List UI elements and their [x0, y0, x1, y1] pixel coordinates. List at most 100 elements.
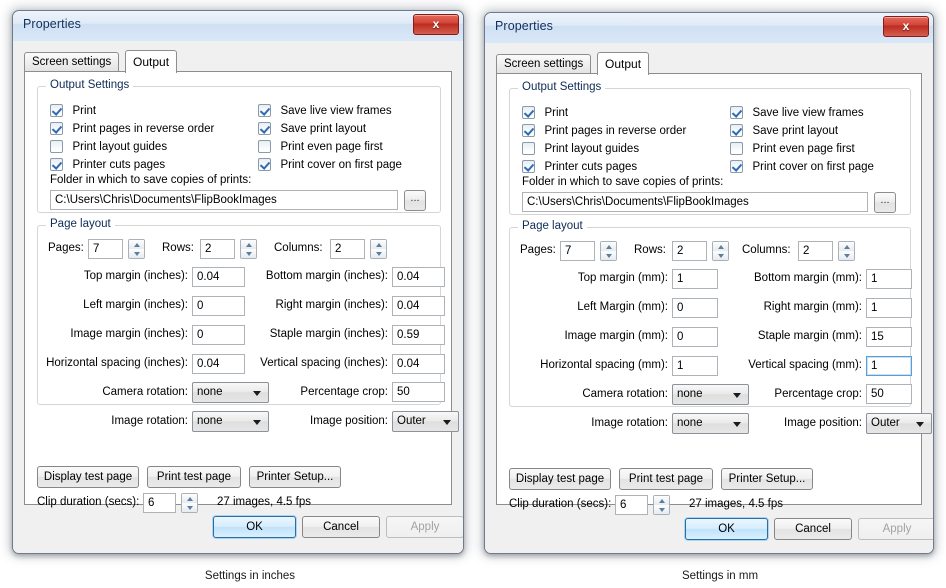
staple-margin-input[interactable]: 0.59 [392, 325, 445, 345]
percentage-crop-input[interactable]: 50 [392, 382, 445, 402]
top-margin-input[interactable]: 1 [672, 269, 718, 289]
image-rotation-value: none [677, 417, 703, 429]
vertical-spacing-input[interactable]: 1 [866, 356, 912, 376]
top-margin-input[interactable]: 0.04 [192, 267, 245, 287]
checkbox-print[interactable]: Print [50, 101, 96, 117]
tab-output[interactable]: Output [597, 52, 650, 75]
title-bar[interactable]: Properties x [13, 11, 463, 42]
pages-input[interactable]: 7 [88, 239, 123, 259]
image-rotation-value: none [197, 415, 223, 427]
horizontal-spacing-input[interactable]: 0.04 [192, 354, 245, 374]
pages-label: Pages: [48, 242, 84, 254]
printer-setup-button[interactable]: Printer Setup... [721, 468, 813, 490]
pages-stepper[interactable] [128, 239, 145, 259]
browse-folder-button[interactable]: ... [404, 190, 426, 211]
right-margin-input[interactable]: 1 [866, 298, 912, 318]
columns-stepper[interactable] [838, 241, 855, 261]
columns-stepper[interactable] [370, 239, 387, 259]
rows-input[interactable]: 2 [672, 241, 707, 261]
rows-stepper[interactable] [240, 239, 257, 259]
checkbox-save-live-view-frames[interactable]: Save live view frames [730, 103, 864, 119]
title-bar[interactable]: Properties x [485, 13, 933, 44]
checkbox-print-pages-reverse[interactable]: Print pages in reverse order [522, 121, 686, 137]
checkbox-save-print-layout[interactable]: Save print layout [730, 121, 838, 137]
tab-screen-settings[interactable]: Screen settings [496, 54, 592, 73]
cancel-button[interactable]: Cancel [302, 516, 380, 538]
apply-button: Apply [858, 518, 933, 540]
image-position-select[interactable]: Outer [866, 413, 932, 434]
checkbox-print-pages-reverse[interactable]: Print pages in reverse order [50, 119, 214, 135]
images-fps-info: 27 images, 4.5 fps [217, 496, 311, 508]
client-area: Screen settings Output Output Settings P… [485, 43, 933, 553]
checkbox-print-even-page-first[interactable]: Print even page first [258, 137, 383, 153]
rows-stepper[interactable] [712, 241, 729, 261]
clip-duration-stepper[interactable] [653, 495, 670, 515]
checkbox-printer-cuts-pages[interactable]: Printer cuts pages [50, 155, 165, 171]
horizontal-spacing-label: Horizontal spacing (mm): [540, 359, 668, 371]
checkbox-label: Print [544, 107, 569, 119]
vertical-spacing-input[interactable]: 0.04 [392, 354, 445, 374]
group-page-layout: Page layout Pages: 7 Rows: 2 Columns: 2 … [37, 218, 459, 432]
rows-input[interactable]: 2 [200, 239, 235, 259]
percentage-crop-input[interactable]: 50 [866, 384, 912, 404]
image-rotation-select[interactable]: none [192, 411, 269, 432]
checkbox-print[interactable]: Print [522, 103, 568, 119]
checkbox-icon [522, 160, 535, 173]
tab-output[interactable]: Output [125, 50, 178, 73]
close-icon[interactable]: x [883, 16, 929, 37]
display-test-page-button[interactable]: Display test page [509, 468, 611, 490]
ok-button[interactable]: OK [213, 516, 296, 538]
printer-setup-button[interactable]: Printer Setup... [249, 466, 341, 488]
print-test-page-button[interactable]: Print test page [147, 466, 241, 488]
tab-screen-settings[interactable]: Screen settings [24, 52, 120, 71]
folder-path-input[interactable]: C:\Users\Chris\Documents\FlipBookImages [522, 192, 868, 212]
checkbox-print-cover-first-page[interactable]: Print cover on first page [258, 155, 402, 171]
columns-input[interactable]: 2 [798, 241, 833, 261]
right-margin-input[interactable]: 0.04 [392, 296, 445, 316]
pages-stepper[interactable] [600, 241, 617, 261]
top-margin-label: Top margin (inches): [83, 270, 188, 282]
ok-button[interactable]: OK [685, 518, 768, 540]
bottom-margin-input[interactable]: 1 [866, 269, 912, 289]
print-test-page-button[interactable]: Print test page [619, 468, 713, 490]
image-position-value: Outer [397, 415, 426, 427]
folder-path-input[interactable]: C:\Users\Chris\Documents\FlipBookImages [50, 190, 398, 210]
browse-folder-button[interactable]: ... [874, 192, 896, 213]
vertical-spacing-label: Vertical spacing (inches): [260, 357, 388, 369]
clip-duration-input[interactable]: 6 [143, 493, 176, 513]
checkbox-print-even-page-first[interactable]: Print even page first [730, 139, 855, 155]
columns-input[interactable]: 2 [330, 239, 365, 259]
checkbox-print-cover-first-page[interactable]: Print cover on first page [730, 157, 874, 173]
camera-rotation-label: Camera rotation: [102, 386, 188, 398]
left-margin-input[interactable]: 0 [672, 298, 718, 318]
image-rotation-select[interactable]: none [672, 413, 749, 434]
horizontal-spacing-input[interactable]: 1 [672, 356, 718, 376]
display-test-page-button[interactable]: Display test page [37, 466, 139, 488]
left-margin-label: Left Margin (mm): [577, 301, 668, 313]
cancel-button[interactable]: Cancel [774, 518, 852, 540]
left-margin-input[interactable]: 0 [192, 296, 245, 316]
image-margin-input[interactable]: 0 [672, 327, 718, 347]
staple-margin-input[interactable]: 15 [866, 327, 912, 347]
pages-input[interactable]: 7 [560, 241, 595, 261]
camera-rotation-select[interactable]: none [192, 382, 269, 403]
camera-rotation-select[interactable]: none [672, 384, 749, 405]
checkbox-print-layout-guides[interactable]: Print layout guides [50, 137, 167, 153]
chevron-down-icon [733, 393, 741, 398]
checkbox-save-print-layout[interactable]: Save print layout [258, 119, 366, 135]
image-position-select[interactable]: Outer [392, 411, 459, 432]
checkbox-icon [522, 106, 535, 119]
bottom-margin-label: Bottom margin (mm): [754, 272, 862, 284]
checkbox-printer-cuts-pages[interactable]: Printer cuts pages [522, 157, 637, 173]
close-icon[interactable]: x [413, 14, 459, 35]
bottom-margin-input[interactable]: 0.04 [392, 267, 445, 287]
checkbox-save-live-view-frames[interactable]: Save live view frames [258, 101, 392, 117]
group-page-layout: Page layout Pages: 7 Rows: 2 Columns: 2 … [509, 220, 932, 434]
image-margin-input[interactable]: 0 [192, 325, 245, 345]
chevron-down-icon [253, 420, 261, 425]
clip-duration-stepper[interactable] [181, 493, 198, 513]
clip-duration-input[interactable]: 6 [615, 495, 648, 515]
group-output-settings-label: Output Settings [518, 81, 606, 93]
image-rotation-label: Image rotation: [591, 417, 668, 429]
checkbox-print-layout-guides[interactable]: Print layout guides [522, 139, 639, 155]
